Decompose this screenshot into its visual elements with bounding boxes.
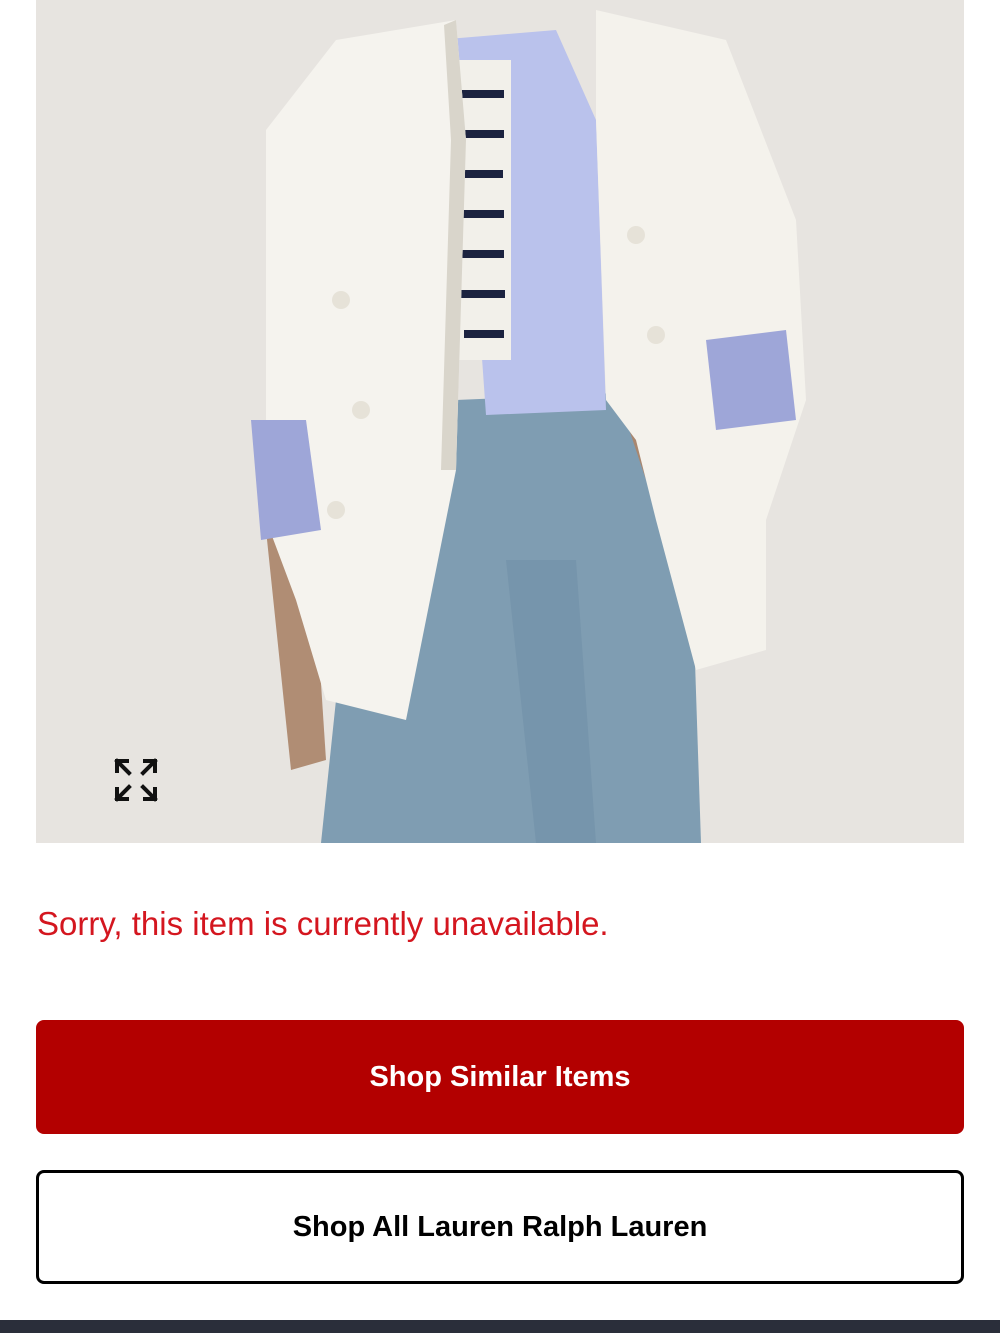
shop-similar-items-button[interactable]: Shop Similar Items <box>36 1020 964 1134</box>
product-photo <box>36 0 964 843</box>
product-page: Sorry, this item is currently unavailabl… <box>0 0 1000 1333</box>
shop-all-brand-button[interactable]: Shop All Lauren Ralph Lauren <box>36 1170 964 1284</box>
expand-arrows-icon <box>114 758 158 802</box>
expand-image-button[interactable] <box>106 750 166 810</box>
unavailable-message: Sorry, this item is currently unavailabl… <box>37 905 609 942</box>
product-image[interactable] <box>36 0 964 843</box>
bottom-bar <box>0 1320 1000 1333</box>
